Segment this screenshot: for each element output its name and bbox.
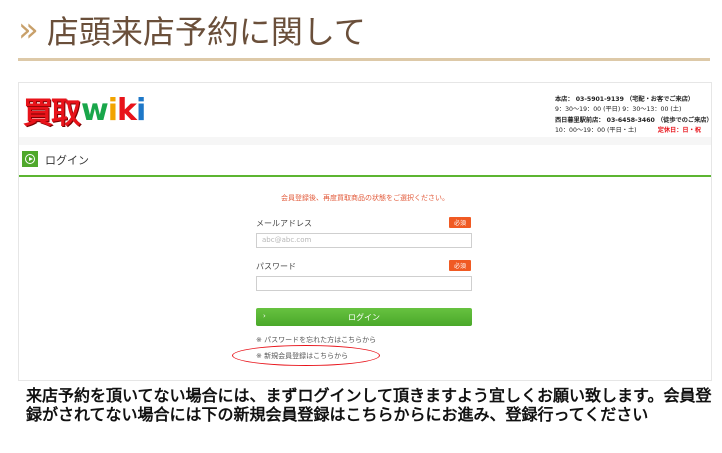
login-panel: ログイン 会員登録後、再度買取商品の状態をご選択ください。 メールアドレス 必須… bbox=[19, 145, 711, 380]
play-circle-icon bbox=[22, 151, 38, 167]
store-info: 本店： 03-5901-9139 （宅配・お客でご来店） 9：30〜19：00 … bbox=[555, 95, 713, 135]
instruction-caption: 来店予約を頂いてない場合には、まずログインして頂きますよう宜しくお願い致します。… bbox=[26, 386, 712, 424]
site-header: 買取 wiki 本店： 03-5901-9139 （宅配・お客でご来店） 9：3… bbox=[19, 83, 713, 137]
main-store-hours: 9：30〜19：00 (平日) 9：30〜13：00 (土) bbox=[555, 105, 682, 113]
logo-kanji: 買取 bbox=[23, 96, 81, 131]
heading-divider bbox=[18, 58, 710, 61]
chevron-right-icon: › bbox=[263, 312, 266, 320]
password-label: パスワード bbox=[256, 262, 296, 271]
double-chevron-icon: » bbox=[18, 10, 39, 50]
site-logo[interactable]: 買取 wiki bbox=[23, 90, 179, 132]
page-title: 店頭来店予約に関して bbox=[46, 13, 366, 51]
logo-wiki: wiki bbox=[81, 92, 146, 128]
branch-store-phone: 西日暮里駅前店： 03-6458-3460 （徒歩でのご来店） bbox=[555, 117, 713, 124]
main-store-phone: 本店： 03-5901-9139 （宅配・お客でご来店） bbox=[555, 96, 695, 103]
notice-text: 会員登録後、再度買取商品の状態をご選択ください。 bbox=[281, 194, 449, 202]
required-badge: 必須 bbox=[449, 217, 471, 228]
closed-days: 定休日：日・祝 bbox=[657, 126, 701, 134]
section-heading: » 店頭来店予約に関して bbox=[0, 0, 722, 60]
email-field[interactable]: abc@abc.com bbox=[256, 233, 472, 248]
branch-store-hours: 10：00〜19：00 (平日・土) bbox=[555, 126, 637, 134]
login-button-label: ログイン bbox=[348, 312, 380, 322]
login-button[interactable]: › ログイン bbox=[256, 308, 472, 326]
password-field[interactable] bbox=[256, 276, 472, 291]
highlight-oval bbox=[232, 345, 380, 366]
email-label: メールアドレス bbox=[256, 219, 312, 228]
forgot-password-link[interactable]: ※ パスワードを忘れた方はこちらから bbox=[256, 335, 376, 345]
required-badge: 必須 bbox=[449, 260, 471, 271]
login-panel-title: ログイン bbox=[45, 154, 89, 167]
login-panel-header: ログイン bbox=[19, 145, 711, 177]
login-screenshot: 買取 wiki 本店： 03-5901-9139 （宅配・お客でご来店） 9：3… bbox=[18, 82, 713, 381]
